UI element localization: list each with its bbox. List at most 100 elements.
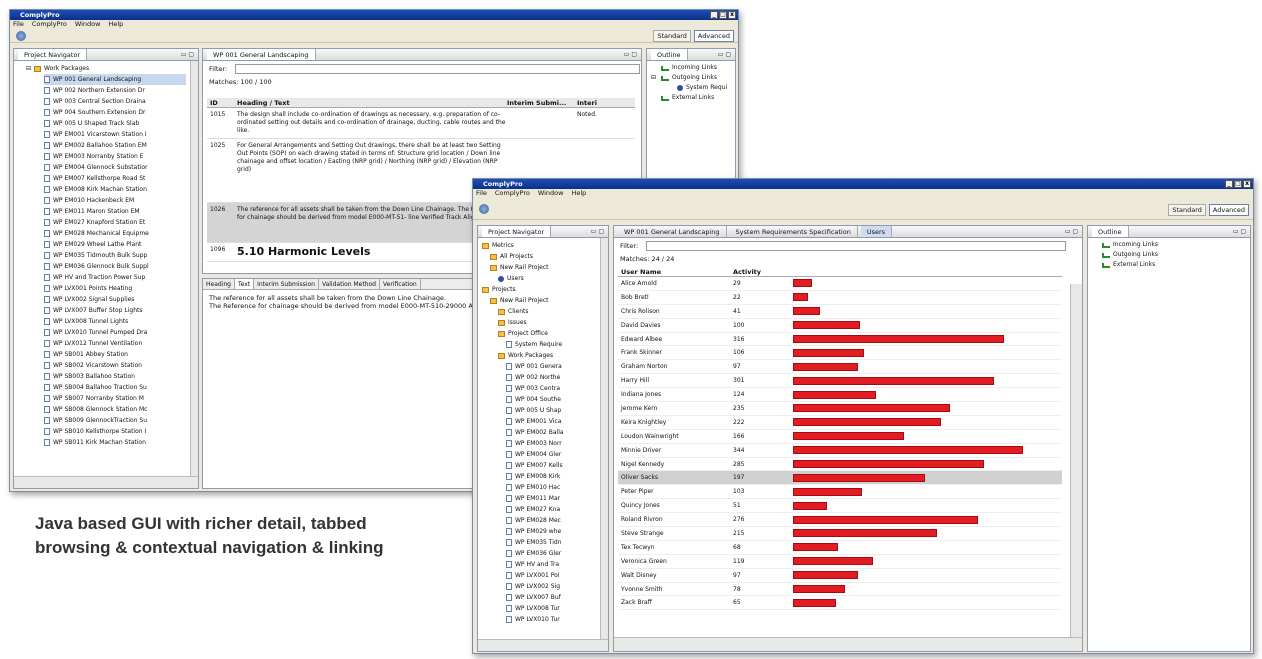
tab-wp001[interactable]: WP 001 General Landscaping	[207, 49, 316, 60]
tree-item[interactable]: WP 003 Central Section Draina	[44, 96, 186, 107]
tree-item[interactable]: WP EM010 Hackenbeck EM	[44, 195, 186, 206]
tree-item[interactable]: WP SB009 GlennockTraction Su	[44, 415, 186, 426]
user-row[interactable]: Harry Hill 301	[618, 374, 1062, 389]
tree-item[interactable]: WP LVX001 Poi	[482, 570, 596, 581]
tree-item[interactable]: WP EM028 Mechanical Equipme	[44, 228, 186, 239]
menu-file[interactable]: File	[476, 189, 487, 198]
editor-tab[interactable]: WP 001 General Landscaping	[618, 226, 727, 237]
outline-outgoing[interactable]: Outgoing Links	[672, 73, 717, 83]
tree-item[interactable]: WP LVX008 Tur	[482, 603, 596, 614]
menu-complypro[interactable]: ComplyPro	[32, 20, 67, 29]
close-button[interactable]: x	[1243, 180, 1251, 188]
tree-item[interactable]: WP LVX002 Signal Supplies	[44, 294, 186, 305]
user-row[interactable]: Tex Tecwyn 68	[618, 541, 1062, 555]
tree-item[interactable]: WP SB008 Glennock Station Mc	[44, 404, 186, 415]
tree-item[interactable]: WP 001 Genera	[482, 361, 596, 372]
tree-item[interactable]: WP SB003 Ballahoo Station	[44, 371, 186, 382]
tree-item[interactable]: WP 001 General Landscaping	[44, 74, 186, 85]
tree-item[interactable]: WP LVX010 Tur	[482, 614, 596, 625]
tree-item[interactable]: WP LVX008 Tunnel Lights	[44, 316, 186, 327]
vertical-scrollbar[interactable]	[190, 61, 198, 476]
tree-item[interactable]: WP EM027 Knapford Station Et	[44, 217, 186, 228]
tree-item[interactable]: WP HV and Tra	[482, 559, 596, 570]
user-row[interactable]: Minnie Driver 344	[618, 444, 1062, 458]
horizontal-scrollbar[interactable]	[614, 637, 1082, 651]
user-row[interactable]: Oliver Sacks 197	[618, 471, 1062, 486]
menu-window[interactable]: Window	[75, 20, 101, 29]
user-row[interactable]: Graham Norton 97	[618, 360, 1062, 375]
tree-item[interactable]: WP SB001 Abbey Station	[44, 349, 186, 360]
maximize-button[interactable]: □	[719, 11, 727, 19]
col-user-name[interactable]: User Name	[618, 268, 733, 276]
tree-item[interactable]: WP EM008 Kirk	[482, 471, 596, 482]
user-row[interactable]: Roland Rivron 276	[618, 513, 1062, 528]
minimize-button[interactable]: _	[710, 11, 718, 19]
user-row[interactable]: Nigel Kennedy 285	[618, 458, 1062, 472]
tree-item[interactable]: WP 005 U Shaped Track Slab	[44, 118, 186, 129]
tree-item[interactable]: WP 004 Southern Extension Dr	[44, 107, 186, 118]
outline-system-req[interactable]: System Requi	[686, 83, 727, 93]
col-interim[interactable]: Interi	[577, 98, 635, 107]
tree-item[interactable]: WP EM003 Norr	[482, 438, 596, 449]
tree-item[interactable]: WP EM007 Kells	[482, 460, 596, 471]
tree-item[interactable]: Work Packages	[482, 350, 596, 361]
user-row[interactable]: Keira Knightley 222	[618, 416, 1062, 430]
user-row[interactable]: Bob Bretl 22	[618, 291, 1062, 305]
user-row[interactable]: Walt Disney 97	[618, 569, 1062, 583]
tree-item[interactable]: WP LVX001 Points Heating	[44, 283, 186, 294]
user-row[interactable]: Yvonne Smith 78	[618, 583, 1062, 597]
tree-item[interactable]: Clients	[482, 306, 596, 317]
user-row[interactable]: Chris Rolison 41	[618, 305, 1062, 319]
horizontal-scrollbar[interactable]	[14, 476, 198, 488]
tree-item[interactable]: WP LVX010 Tunnel Pumped Dra	[44, 327, 186, 338]
tree-item[interactable]: WP LVX007 Buf	[482, 592, 596, 603]
detail-tab[interactable]: Interim Submission	[254, 279, 319, 289]
tree-item[interactable]: WP EM001 Vicarstown Station I	[44, 129, 186, 140]
tree-item[interactable]: WP EM007 Kellsthorpe Road St	[44, 173, 186, 184]
menu-complypro[interactable]: ComplyPro	[495, 189, 530, 198]
menu-file[interactable]: File	[13, 20, 24, 29]
col-activity[interactable]: Activity	[733, 268, 793, 276]
user-row[interactable]: Steve Strange 215	[618, 527, 1062, 541]
tree-item[interactable]: WP LVX002 Sig	[482, 581, 596, 592]
tree-item[interactable]: Issues	[482, 317, 596, 328]
user-row[interactable]: David Davies 100	[618, 319, 1062, 333]
col-heading-text[interactable]: Heading / Text	[237, 98, 507, 107]
tree-item[interactable]: WP EM008 Kirk Machan Station	[44, 184, 186, 195]
menu-help[interactable]: Help	[571, 189, 586, 198]
tree-item[interactable]: WP EM003 Norranby Station E	[44, 151, 186, 162]
detail-tab[interactable]: Verification	[380, 279, 421, 289]
col-id[interactable]: ID	[207, 98, 237, 107]
tree-item[interactable]: WP SB011 Kirk Machan Station	[44, 437, 186, 448]
tree-item[interactable]: WP 002 Northern Extension Dr	[44, 85, 186, 96]
tree-item[interactable]: WP EM011 Maron Station EM	[44, 206, 186, 217]
tree-item[interactable]: WP EM027 Kna	[482, 504, 596, 515]
tree-item[interactable]: WP 005 U Shap	[482, 405, 596, 416]
tree-item[interactable]: WP EM036 Glennock Bulk Suppl	[44, 261, 186, 272]
horizontal-scrollbar[interactable]	[478, 639, 608, 651]
tree-item[interactable]: WP EM035 Tidmouth Bulk Supp	[44, 250, 186, 261]
tree-item[interactable]: WP SB004 Ballahoo Traction Su	[44, 382, 186, 393]
user-row[interactable]: Peter Piper 103	[618, 485, 1062, 500]
tree-item[interactable]: WP EM011 Mar	[482, 493, 596, 504]
tree-item[interactable]: WP LVX007 Buffer Stop Lights	[44, 305, 186, 316]
perspective-advanced[interactable]: Advanced	[1208, 204, 1249, 216]
tab-outline[interactable]: Outline	[1092, 226, 1129, 237]
user-row[interactable]: Loudon Wainwright 166	[618, 430, 1062, 444]
tree-item[interactable]: WP EM010 Hac	[482, 482, 596, 493]
tab-project-navigator[interactable]: Project Navigator	[18, 49, 88, 60]
editor-tab[interactable]: System Requirements Specification	[730, 226, 858, 237]
tree-item[interactable]: WP EM028 Mec	[482, 515, 596, 526]
collapse-icon[interactable]: ⊟	[26, 63, 34, 74]
filter-input[interactable]	[235, 64, 641, 74]
minimize-button[interactable]: _	[1225, 180, 1233, 188]
maximize-button[interactable]: □	[1234, 180, 1242, 188]
close-button[interactable]: x	[728, 11, 736, 19]
menu-help[interactable]: Help	[108, 20, 123, 29]
tree-item[interactable]: Metrics	[482, 240, 596, 251]
outline-outgoing[interactable]: Outgoing Links	[1113, 250, 1158, 260]
globe-icon[interactable]	[479, 204, 489, 214]
tree-item[interactable]: All Projects	[482, 251, 596, 262]
user-row[interactable]: Zack Braff 65	[618, 596, 1062, 611]
tree-item[interactable]: WP 004 Southe	[482, 394, 596, 405]
